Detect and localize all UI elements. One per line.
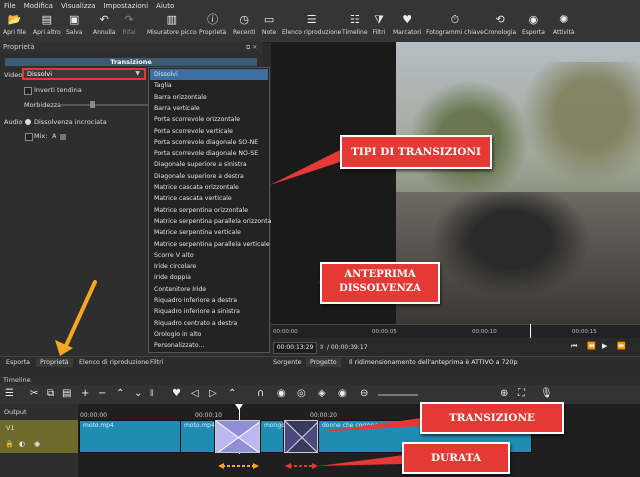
callout-preview-dissolve: ANTEPRIMA DISSOLVENZA: [320, 262, 440, 304]
duration-arrow-head: [253, 463, 259, 469]
callout-pointer: [318, 418, 422, 432]
callout-preview-line-2: DISSOLVENZA: [339, 283, 421, 294]
callout-transition: TRANSIZIONE: [420, 402, 564, 434]
callout-preview-line-1: ANTEPRIMA: [344, 269, 416, 280]
callout-transition-types: TIPI DI TRANSIZIONI: [340, 135, 492, 169]
duration-arrow-head: [218, 463, 224, 469]
duration-arrow-head: [312, 463, 318, 469]
duration-arrow-head: [285, 463, 291, 469]
callout-duration: DURATA: [402, 442, 510, 474]
callout-pointer: [318, 455, 404, 466]
callout-pointer: [270, 150, 340, 185]
annotation-arrow-head: [55, 340, 73, 356]
annotation-arrow: [63, 280, 97, 350]
